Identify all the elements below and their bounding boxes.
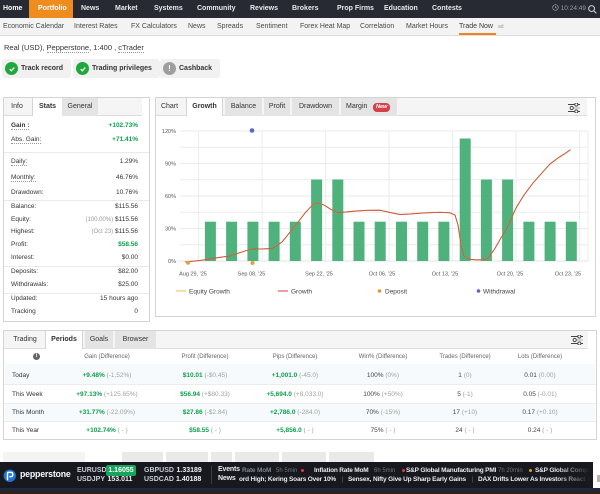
svg-text:60%: 60% (165, 194, 176, 200)
svg-text:Growth: Growth (291, 289, 312, 296)
svg-text:30%: 30% (165, 227, 176, 233)
svg-text:Deposit: Deposit (385, 289, 407, 296)
svg-text:Equity Growth: Equity Growth (189, 289, 230, 296)
svg-text:Withdrawal: Withdrawal (483, 289, 516, 296)
svg-text:Aug 29, '25: Aug 29, '25 (179, 272, 207, 278)
svg-text:Oct 23, '25: Oct 23, '25 (555, 272, 581, 278)
svg-text:Oct 20, '25: Oct 20, '25 (497, 272, 523, 278)
svg-text:Oct 13, '25: Oct 13, '25 (432, 272, 458, 278)
svg-text:120%: 120% (162, 129, 176, 135)
svg-text:90%: 90% (165, 162, 176, 168)
svg-text:Sep 22, '25: Sep 22, '25 (305, 272, 333, 278)
svg-text:Oct 06, '25: Oct 06, '25 (369, 272, 395, 278)
svg-text:0%: 0% (168, 259, 176, 265)
svg-text:Sep 08, '25: Sep 08, '25 (238, 272, 266, 278)
